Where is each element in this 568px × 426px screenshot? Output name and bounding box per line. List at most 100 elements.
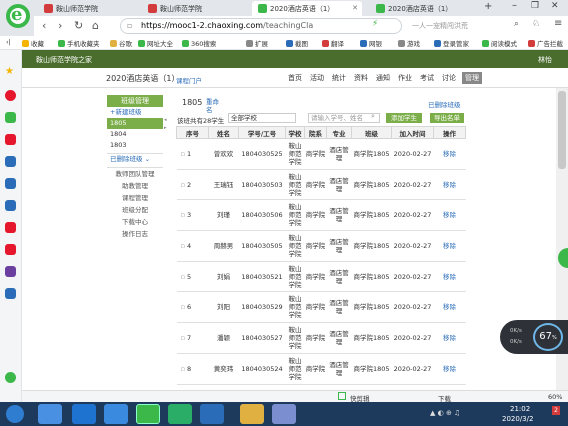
row-checkbox[interactable]: ▫ [181, 273, 187, 281]
bolt-icon[interactable]: ⚡ [372, 19, 378, 29]
browser-tab[interactable]: 2020酒店英语（1） [370, 1, 474, 16]
clock-time[interactable]: 21:02 [510, 405, 530, 413]
remove-link[interactable]: 移除 [433, 199, 466, 232]
bookmark-item[interactable]: 网址大全 [138, 38, 173, 48]
taskbar-wechat-icon[interactable] [168, 404, 192, 424]
menu-icon[interactable]: ≡ [554, 18, 562, 29]
search-icon[interactable]: ⌕ [514, 19, 519, 29]
tray-icons[interactable]: ▲ ◐ ⊕ ♫ [430, 409, 460, 417]
close-tab-icon[interactable]: ✕ [352, 4, 358, 12]
browser-tab[interactable]: 鞍山师范学院 [142, 1, 240, 16]
user-name[interactable]: 林怡 [538, 55, 552, 65]
nav-homework[interactable]: 作业 [398, 73, 412, 83]
shop-icon[interactable] [5, 244, 16, 255]
row-checkbox[interactable]: ▫ [181, 150, 187, 158]
notification-badge[interactable]: 2 [552, 406, 560, 415]
taskbar-wps-icon[interactable] [200, 404, 224, 424]
remove-link[interactable]: 移除 [433, 168, 466, 201]
remove-link[interactable]: 移除 [433, 260, 466, 293]
remove-link[interactable]: 移除 [433, 352, 466, 385]
search-icon[interactable]: ⌕ [371, 112, 375, 121]
row-checkbox[interactable]: ▫ [181, 211, 187, 219]
add-sidebar-icon[interactable] [5, 372, 16, 383]
close-window-icon[interactable]: ✕ [551, 1, 559, 11]
nav-notices[interactable]: 通知 [376, 73, 390, 83]
video-icon[interactable] [5, 178, 16, 189]
zoom-level[interactable]: 60% [548, 393, 562, 401]
deleted-classes-toggle[interactable]: 已删除班级 ⌄ [107, 153, 163, 165]
taskbar-app-icon[interactable] [272, 404, 296, 424]
network-speed-widget[interactable]: 0K/s 0K/s 67% [500, 320, 568, 354]
bookmark-item[interactable]: 扩展 [246, 38, 268, 48]
menu-operation-log[interactable]: 操作日志 [107, 228, 163, 240]
minimize-icon[interactable]: – [512, 0, 517, 11]
account-icon[interactable]: ♘ [532, 19, 540, 29]
forward-icon[interactable]: › [58, 19, 62, 33]
home-icon[interactable]: ⌂ [92, 19, 99, 33]
url-input[interactable]: ▫ https://mooc1-2.chaoxing.com/teachingC… [120, 18, 402, 34]
bookmark-item[interactable]: 360搜索 [182, 38, 216, 48]
new-class-button[interactable]: +新建班级 [107, 107, 163, 118]
taskbar-folder-icon[interactable] [240, 404, 264, 424]
start-button-icon[interactable] [6, 405, 24, 423]
menu-ta-manage[interactable]: 助教管理 [107, 180, 163, 192]
student-search-input[interactable]: 请输入学号、姓名 [308, 113, 380, 123]
class-item-1804[interactable]: 1804 [107, 129, 163, 140]
sidebar-toggle-icon[interactable]: ‹| [6, 38, 11, 46]
taskbar-360-browser-icon[interactable] [136, 404, 160, 424]
clock-date[interactable]: 2020/3/2 [502, 415, 533, 423]
browser-tab[interactable]: 鞍山师范学院 [38, 1, 136, 16]
remove-link[interactable]: 移除 [433, 322, 466, 354]
nav-materials[interactable]: 资料 [354, 73, 368, 83]
favorites-star-icon[interactable]: ★ [5, 66, 16, 77]
bookmark-item[interactable]: 网银 [360, 38, 382, 48]
school-filter[interactable]: 全部学校 [228, 113, 296, 123]
row-checkbox[interactable]: ▫ [181, 242, 187, 250]
music-icon[interactable] [5, 266, 16, 277]
menu-download-center[interactable]: 下载中心 [107, 216, 163, 228]
app-icon[interactable] [5, 200, 16, 211]
rename-link[interactable]: 重命名 [206, 98, 220, 114]
taskbar-app-icon[interactable] [38, 404, 62, 424]
row-checkbox[interactable]: ▫ [181, 303, 187, 311]
taskbar-ie-icon[interactable] [104, 404, 128, 424]
search-input[interactable]: 一人一宠精闯洪荒 [404, 18, 524, 34]
news-icon[interactable] [5, 134, 16, 145]
scrollbar-thumb[interactable] [558, 91, 566, 169]
bookmark-item[interactable]: 广告拦截 [528, 38, 563, 48]
back-icon[interactable]: ‹ [42, 19, 46, 33]
nav-home[interactable]: 首页 [288, 73, 302, 83]
bookmark-item[interactable]: 登录管家 [434, 38, 469, 48]
reload-icon[interactable]: ↻ [74, 19, 83, 33]
nav-discussion[interactable]: 讨论 [442, 73, 456, 83]
bookmark-item[interactable]: 谷歌 [110, 38, 132, 48]
row-checkbox[interactable]: ▫ [181, 365, 187, 373]
bookmark-item[interactable]: 截图 [286, 38, 308, 48]
row-checkbox[interactable]: ▫ [181, 334, 187, 342]
pay-icon[interactable] [5, 288, 16, 299]
bookmark-item[interactable]: 收藏 [22, 38, 44, 48]
deleted-classes-link[interactable]: 已删除班级 [428, 99, 461, 109]
row-checkbox[interactable]: ▫ [181, 181, 187, 189]
remove-link[interactable]: 移除 [433, 230, 466, 262]
remove-link[interactable]: 移除 [433, 291, 466, 324]
menu-teacher-team[interactable]: 教师团队管理 [107, 167, 163, 180]
export-list-button[interactable]: 导出名单 [430, 113, 464, 123]
nav-manage[interactable]: 管理 [462, 72, 482, 84]
collapse-menu-arrows[interactable]: ◂ ▸ [164, 116, 171, 132]
nav-exam[interactable]: 考试 [420, 73, 434, 83]
course-portal-link[interactable]: 课程门户 [176, 75, 202, 85]
game-center-icon[interactable] [5, 222, 16, 233]
notes-icon[interactable] [5, 156, 16, 167]
nav-activity[interactable]: 活动 [310, 73, 324, 83]
taskbar-ie-icon[interactable] [72, 404, 96, 424]
bookmark-item[interactable]: 手机收藏夹 [58, 38, 100, 48]
remove-link[interactable]: 移除 [433, 138, 466, 170]
add-student-button[interactable]: 添加学生 [386, 113, 422, 123]
weibo-icon[interactable] [5, 90, 16, 101]
bookmark-item[interactable]: 翻译 [322, 38, 344, 48]
bookmark-item[interactable]: 阅读模式 [482, 38, 517, 48]
new-tab-icon[interactable]: + [484, 1, 492, 12]
quick-clip-icon[interactable] [338, 392, 346, 400]
browser-tab-active[interactable]: 2020酒店英语（1） ✕ [252, 1, 362, 16]
